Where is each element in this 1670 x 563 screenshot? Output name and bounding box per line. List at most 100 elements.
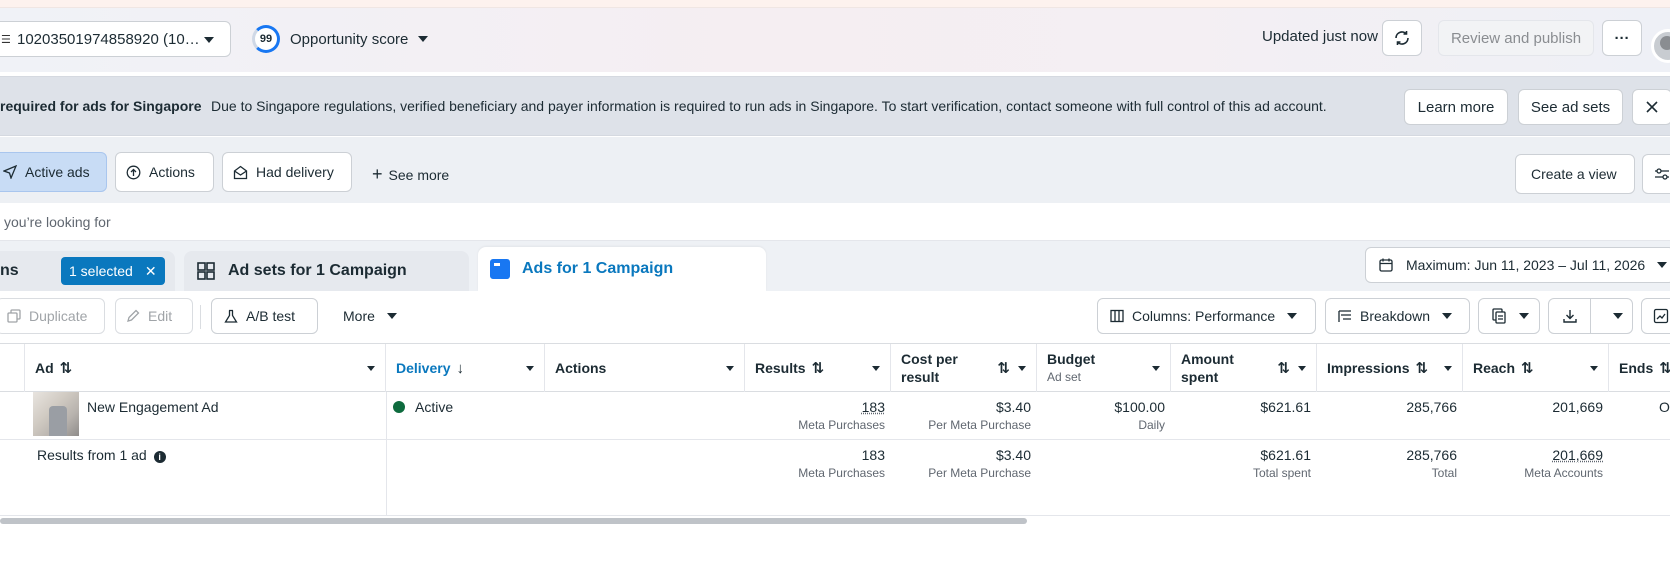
summary-impressions-sub: Total xyxy=(1317,466,1457,480)
chevron-down-icon[interactable] xyxy=(872,366,880,371)
table-row[interactable]: New Engagement Ad Active 183 Meta Purcha… xyxy=(0,392,1670,440)
send-icon xyxy=(3,165,17,179)
column-budget-sub: Ad set xyxy=(1047,369,1095,386)
charts-button[interactable] xyxy=(1641,298,1670,334)
select-all-column[interactable] xyxy=(0,344,25,392)
sort-icon: ⇅ xyxy=(60,359,73,377)
top-strip xyxy=(0,0,1670,8)
duplicate-label: Duplicate xyxy=(29,308,87,324)
sort-down-icon: ↓ xyxy=(456,360,464,377)
chevron-down-icon[interactable] xyxy=(1590,366,1598,371)
edit-button[interactable]: Edit xyxy=(115,298,193,334)
learn-more-button[interactable]: Learn more xyxy=(1404,89,1508,125)
see-more-label: See more xyxy=(389,167,450,183)
chevron-down-icon[interactable] xyxy=(526,366,534,371)
chevron-down-icon[interactable] xyxy=(726,366,734,371)
ad-name[interactable]: New Engagement Ad xyxy=(87,392,377,439)
summary-label-wrap: Results from 1 ad i xyxy=(37,440,357,515)
tab-ad-sets[interactable]: Ad sets for 1 Campaign xyxy=(184,251,469,291)
filter-actions[interactable]: Actions xyxy=(115,152,214,192)
chevron-down-icon xyxy=(418,36,428,42)
chevron-down-icon[interactable] xyxy=(1152,366,1160,371)
filter-bar: Active ads Actions Had delivery + See mor… xyxy=(0,137,1670,203)
edit-label: Edit xyxy=(148,308,172,324)
reach-value: 201,669 xyxy=(1463,399,1603,415)
delivery-status-label: Active xyxy=(415,399,453,415)
column-header-cost-per-result[interactable]: Cost per result ⇅ xyxy=(891,344,1037,392)
chevron-down-icon[interactable] xyxy=(367,366,375,371)
export-button[interactable] xyxy=(1548,298,1591,334)
column-header-budget[interactable]: Budget Ad set xyxy=(1037,344,1171,392)
list-icon: ☰ xyxy=(1,33,15,46)
opportunity-score-label: Opportunity score xyxy=(290,31,408,48)
ad-icon xyxy=(490,259,510,279)
opportunity-score-dropdown[interactable]: 99 Opportunity score xyxy=(252,24,428,54)
refresh-button[interactable] xyxy=(1382,20,1422,56)
account-selector[interactable]: ☰ 10203501974858920 (10… xyxy=(0,21,231,57)
chevron-down-icon xyxy=(1442,313,1452,319)
column-budget-label: Budget xyxy=(1047,351,1095,367)
columns-dropdown[interactable]: Columns: Performance xyxy=(1097,298,1316,334)
tab-ads[interactable]: Ads for 1 Campaign xyxy=(478,247,766,291)
cost-sub: Per Meta Purchase xyxy=(891,418,1031,432)
more-options-button[interactable]: ··· xyxy=(1602,20,1642,56)
filter-had-delivery[interactable]: Had delivery xyxy=(222,152,352,192)
chevron-down-icon[interactable] xyxy=(1444,366,1452,371)
more-dropdown[interactable]: More xyxy=(332,298,402,334)
scrollbar-thumb[interactable] xyxy=(0,518,1027,524)
column-spent-label-2: spent xyxy=(1181,369,1218,385)
results-value[interactable]: 183 xyxy=(745,399,885,415)
summary-impressions-value: 285,766 xyxy=(1317,447,1457,463)
table-toolbar: Duplicate Edit A/B test More Columns: Pe… xyxy=(0,291,1670,343)
export-options-dropdown[interactable] xyxy=(1590,298,1633,334)
download-icon xyxy=(1562,308,1578,324)
column-header-reach[interactable]: Reach ⇅ xyxy=(1463,344,1609,392)
clear-selection-icon[interactable]: ✕ xyxy=(145,263,157,280)
sort-icon: ⇅ xyxy=(812,359,825,377)
summary-results-cell: 183 Meta Purchases xyxy=(745,440,891,515)
see-more-filters[interactable]: + See more xyxy=(372,164,449,185)
column-ends-label: Ends xyxy=(1619,360,1653,376)
column-header-amount-spent[interactable]: Amount spent ⇅ xyxy=(1171,344,1317,392)
sort-icon: ⇅ xyxy=(1521,359,1534,377)
columns-icon xyxy=(1110,309,1124,323)
chevron-down-icon[interactable] xyxy=(1298,366,1306,371)
date-range-picker[interactable]: Maximum: Jun 11, 2023 – Jul 11, 2026 xyxy=(1365,247,1670,283)
column-header-ad[interactable]: Ad ⇅ xyxy=(25,344,386,392)
create-view-button[interactable]: Create a view xyxy=(1515,154,1635,194)
chevron-down-icon[interactable] xyxy=(1018,366,1026,371)
selected-count-label: 1 selected xyxy=(69,263,133,279)
column-header-results[interactable]: Results ⇅ xyxy=(745,344,891,392)
chevron-down-icon xyxy=(204,37,214,43)
info-icon[interactable]: i xyxy=(154,451,166,463)
breakdown-dropdown[interactable]: Breakdown xyxy=(1325,298,1470,334)
column-impressions-label: Impressions xyxy=(1327,360,1409,376)
column-header-actions[interactable]: Actions xyxy=(545,344,745,392)
duplicate-button[interactable]: Duplicate xyxy=(0,298,105,334)
table-header: Ad ⇅ Delivery ↓ Actions Results ⇅ Cost p… xyxy=(0,344,1670,392)
spent-value: $621.61 xyxy=(1171,399,1311,415)
search-input[interactable] xyxy=(0,203,1670,240)
pencil-icon xyxy=(126,309,140,323)
column-header-impressions[interactable]: Impressions ⇅ xyxy=(1317,344,1463,392)
view-settings-button[interactable] xyxy=(1642,154,1670,194)
summary-cost-value: $3.40 xyxy=(891,447,1031,463)
close-banner-button[interactable] xyxy=(1632,89,1670,125)
horizontal-scrollbar[interactable] xyxy=(0,516,1670,526)
column-header-delivery[interactable]: Delivery ↓ xyxy=(386,344,545,392)
selected-count-pill[interactable]: 1 selected ✕ xyxy=(61,257,165,285)
ab-test-button[interactable]: A/B test xyxy=(211,298,318,334)
see-ad-sets-button[interactable]: See ad sets xyxy=(1518,89,1623,125)
column-header-ends[interactable]: Ends ⇅ xyxy=(1609,344,1670,392)
reports-icon xyxy=(1491,308,1507,324)
budget-sub: Daily xyxy=(1037,418,1165,432)
filter-active-ads[interactable]: Active ads xyxy=(0,152,107,192)
review-publish-button[interactable]: Review and publish xyxy=(1438,20,1594,56)
cost-cell: $3.40 Per Meta Purchase xyxy=(891,392,1037,439)
sliders-icon xyxy=(1654,167,1670,181)
reports-dropdown[interactable] xyxy=(1478,298,1540,334)
avatar[interactable] xyxy=(1651,29,1670,63)
more-label: More xyxy=(343,308,375,324)
summary-reach-value[interactable]: 201,669 xyxy=(1463,447,1603,463)
verification-banner: required for ads for Singapore Due to Si… xyxy=(0,76,1670,136)
